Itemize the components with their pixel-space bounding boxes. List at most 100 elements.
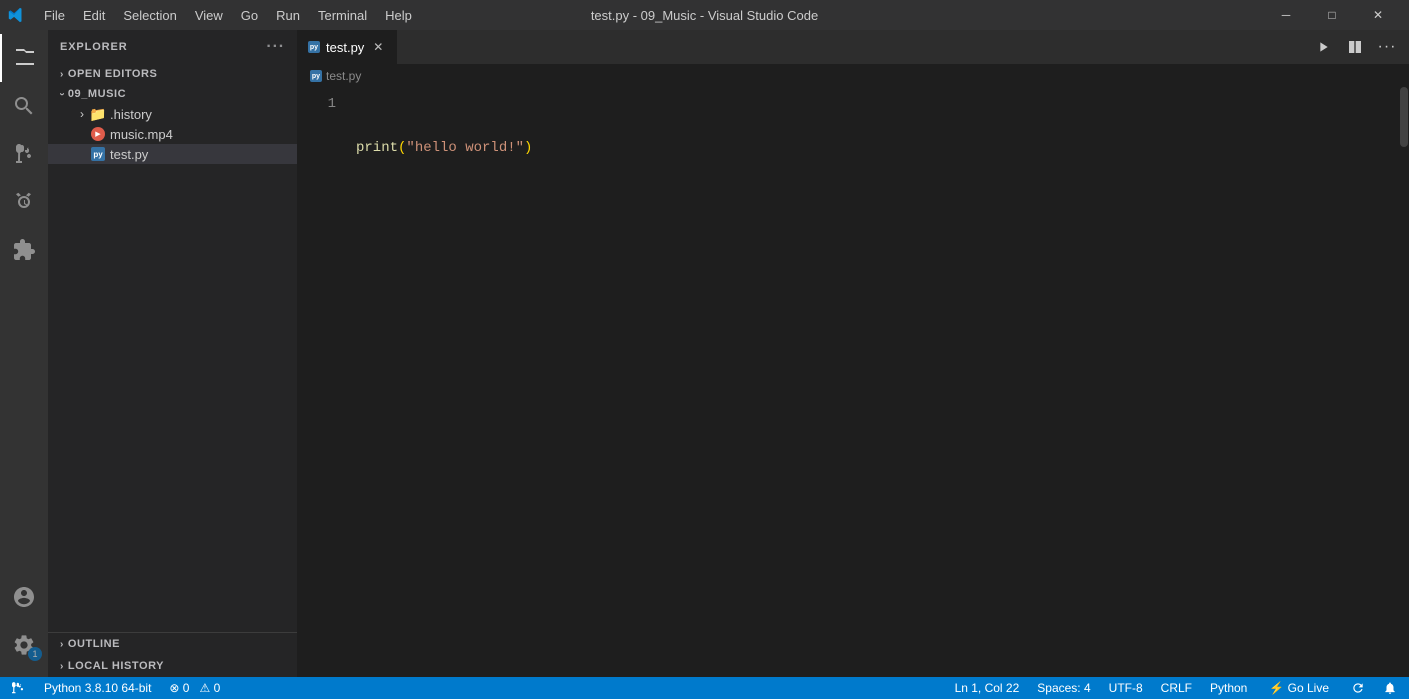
local-history-label: LOCAL HISTORY — [68, 660, 164, 672]
sidebar: Explorer ··· › OPEN EDITORS › 09_MUSIC ›… — [48, 30, 298, 677]
menu-help[interactable]: Help — [377, 6, 420, 25]
status-broadcast-button[interactable] — [1347, 677, 1369, 699]
menu-view[interactable]: View — [187, 6, 231, 25]
status-bell-button[interactable] — [1379, 677, 1401, 699]
maximize-button[interactable]: □ — [1309, 0, 1355, 30]
warnings-text: ⚠ 0 — [199, 681, 220, 695]
python-file-icon: py — [90, 146, 106, 162]
outline-section-header[interactable]: › OUTLINE — [48, 633, 297, 655]
line-numbers: 1 — [298, 87, 348, 677]
code-string: "hello world!" — [406, 137, 524, 159]
menu-run[interactable]: Run — [268, 6, 308, 25]
menu-terminal[interactable]: Terminal — [310, 6, 375, 25]
music-mp4-label: music.mp4 — [110, 127, 297, 142]
status-spaces[interactable]: Spaces: 4 — [1033, 677, 1094, 699]
tree-item-history[interactable]: › 📁 .history — [48, 104, 297, 124]
minimize-button[interactable]: ─ — [1263, 0, 1309, 30]
activity-item-explorer[interactable] — [0, 34, 48, 82]
tab-bar-left: py test.py ✕ — [298, 30, 397, 64]
close-button[interactable]: ✕ — [1355, 0, 1401, 30]
titlebar-title: test.py - 09_Music - Visual Studio Code — [591, 8, 818, 23]
media-file-icon: ▶ — [90, 126, 106, 142]
extensions-icon — [12, 238, 36, 262]
line-ending-text: CRLF — [1161, 681, 1192, 695]
sidebar-more-button[interactable]: ··· — [266, 38, 285, 56]
local-history-section-header[interactable]: › LOCAL HISTORY — [48, 655, 297, 677]
folder-icon: 📁 — [90, 106, 106, 122]
tab-close-button[interactable]: ✕ — [370, 39, 386, 55]
activity-item-search[interactable] — [0, 82, 48, 130]
editor-area: py test.py ✕ — [298, 30, 1409, 677]
code-line-1: print("hello world!") — [356, 137, 1397, 159]
breadcrumb-text: test.py — [326, 69, 361, 83]
titlebar-window-controls: ─ □ ✕ — [1263, 0, 1401, 30]
split-editor-button[interactable] — [1341, 33, 1369, 61]
code-paren-close: ) — [524, 137, 532, 159]
golive-button[interactable]: ⚡ Go Live — [1261, 677, 1337, 699]
menu-go[interactable]: Go — [233, 6, 266, 25]
files-icon — [13, 46, 37, 70]
tab-test-py[interactable]: py test.py ✕ — [298, 30, 397, 64]
workspace-header[interactable]: › 09_MUSIC — [48, 84, 297, 104]
language-text: Python — [1210, 681, 1247, 695]
play-icon — [1315, 39, 1331, 55]
encoding-text: UTF-8 — [1109, 681, 1143, 695]
activity-bar-bottom: 1 — [0, 573, 48, 677]
code-content[interactable]: print("hello world!") — [348, 87, 1397, 677]
vertical-scrollbar[interactable] — [1397, 87, 1409, 677]
history-folder-label: .history — [110, 107, 297, 122]
activity-item-account[interactable] — [0, 573, 48, 621]
tab-bar: py test.py ✕ — [298, 30, 1409, 65]
workspace-chevron-icon: › — [56, 92, 67, 96]
sidebar-bottom: › OUTLINE › LOCAL HISTORY — [48, 632, 297, 677]
status-bar: Python 3.8.10 64-bit ⊗ 0 ⚠ 0 Ln 1, Col 2… — [0, 677, 1409, 699]
activity-item-source-control[interactable] — [0, 130, 48, 178]
status-line-ending[interactable]: CRLF — [1157, 677, 1196, 699]
code-func-name: print — [356, 137, 398, 159]
account-icon — [12, 585, 36, 609]
activity-item-extensions[interactable] — [0, 226, 48, 274]
activity-item-run-debug[interactable] — [0, 178, 48, 226]
local-history-chevron-icon: › — [60, 661, 64, 672]
titlebar: File Edit Selection View Go Run Terminal… — [0, 0, 1409, 30]
line-number-1: 1 — [298, 93, 336, 115]
run-file-button[interactable] — [1309, 33, 1337, 61]
status-bar-left: Python 3.8.10 64-bit ⊗ 0 ⚠ 0 — [8, 677, 224, 699]
source-control-icon — [12, 142, 36, 166]
breadcrumb-file-icon: py — [310, 70, 322, 82]
titlebar-left: File Edit Selection View Go Run Terminal… — [8, 6, 420, 25]
tree-item-test-py[interactable]: py test.py — [48, 144, 297, 164]
status-python-version[interactable]: Python 3.8.10 64-bit — [40, 677, 155, 699]
scrollbar-thumb — [1400, 87, 1408, 147]
activity-item-settings[interactable]: 1 — [0, 621, 48, 669]
more-actions-icon: ··· — [1378, 38, 1397, 56]
sidebar-title: Explorer — [60, 41, 128, 53]
status-language[interactable]: Python — [1206, 677, 1251, 699]
open-editors-section: › OPEN EDITORS — [48, 64, 297, 84]
bell-icon — [1383, 681, 1397, 695]
code-editor[interactable]: 1 print("hello world!") — [298, 87, 1409, 677]
remote-icon — [12, 681, 26, 695]
search-icon — [12, 94, 36, 118]
sidebar-header: Explorer ··· — [48, 30, 297, 64]
more-actions-button[interactable]: ··· — [1373, 33, 1401, 61]
open-editors-header[interactable]: › OPEN EDITORS — [48, 64, 297, 84]
mp4-icon: ▶ — [91, 127, 105, 141]
py-icon: py — [91, 147, 105, 161]
menu-selection[interactable]: Selection — [115, 6, 184, 25]
status-errors-warnings[interactable]: ⊗ 0 ⚠ 0 — [165, 677, 224, 699]
broadcast-icon — [1351, 681, 1365, 695]
tree-item-music-mp4[interactable]: ▶ music.mp4 — [48, 124, 297, 144]
outline-label: OUTLINE — [68, 638, 120, 650]
menu-file[interactable]: File — [36, 6, 73, 25]
menu-edit[interactable]: Edit — [75, 6, 113, 25]
open-editors-chevron-icon: › — [60, 69, 64, 80]
vscode-logo-icon — [8, 7, 24, 23]
tab-python-icon: py — [308, 41, 320, 53]
tab-test-py-label: test.py — [326, 40, 364, 55]
status-ln-col[interactable]: Ln 1, Col 22 — [951, 677, 1024, 699]
run-debug-icon — [12, 190, 36, 214]
ln-col-text: Ln 1, Col 22 — [955, 681, 1020, 695]
status-remote-button[interactable] — [8, 677, 30, 699]
status-encoding[interactable]: UTF-8 — [1105, 677, 1147, 699]
